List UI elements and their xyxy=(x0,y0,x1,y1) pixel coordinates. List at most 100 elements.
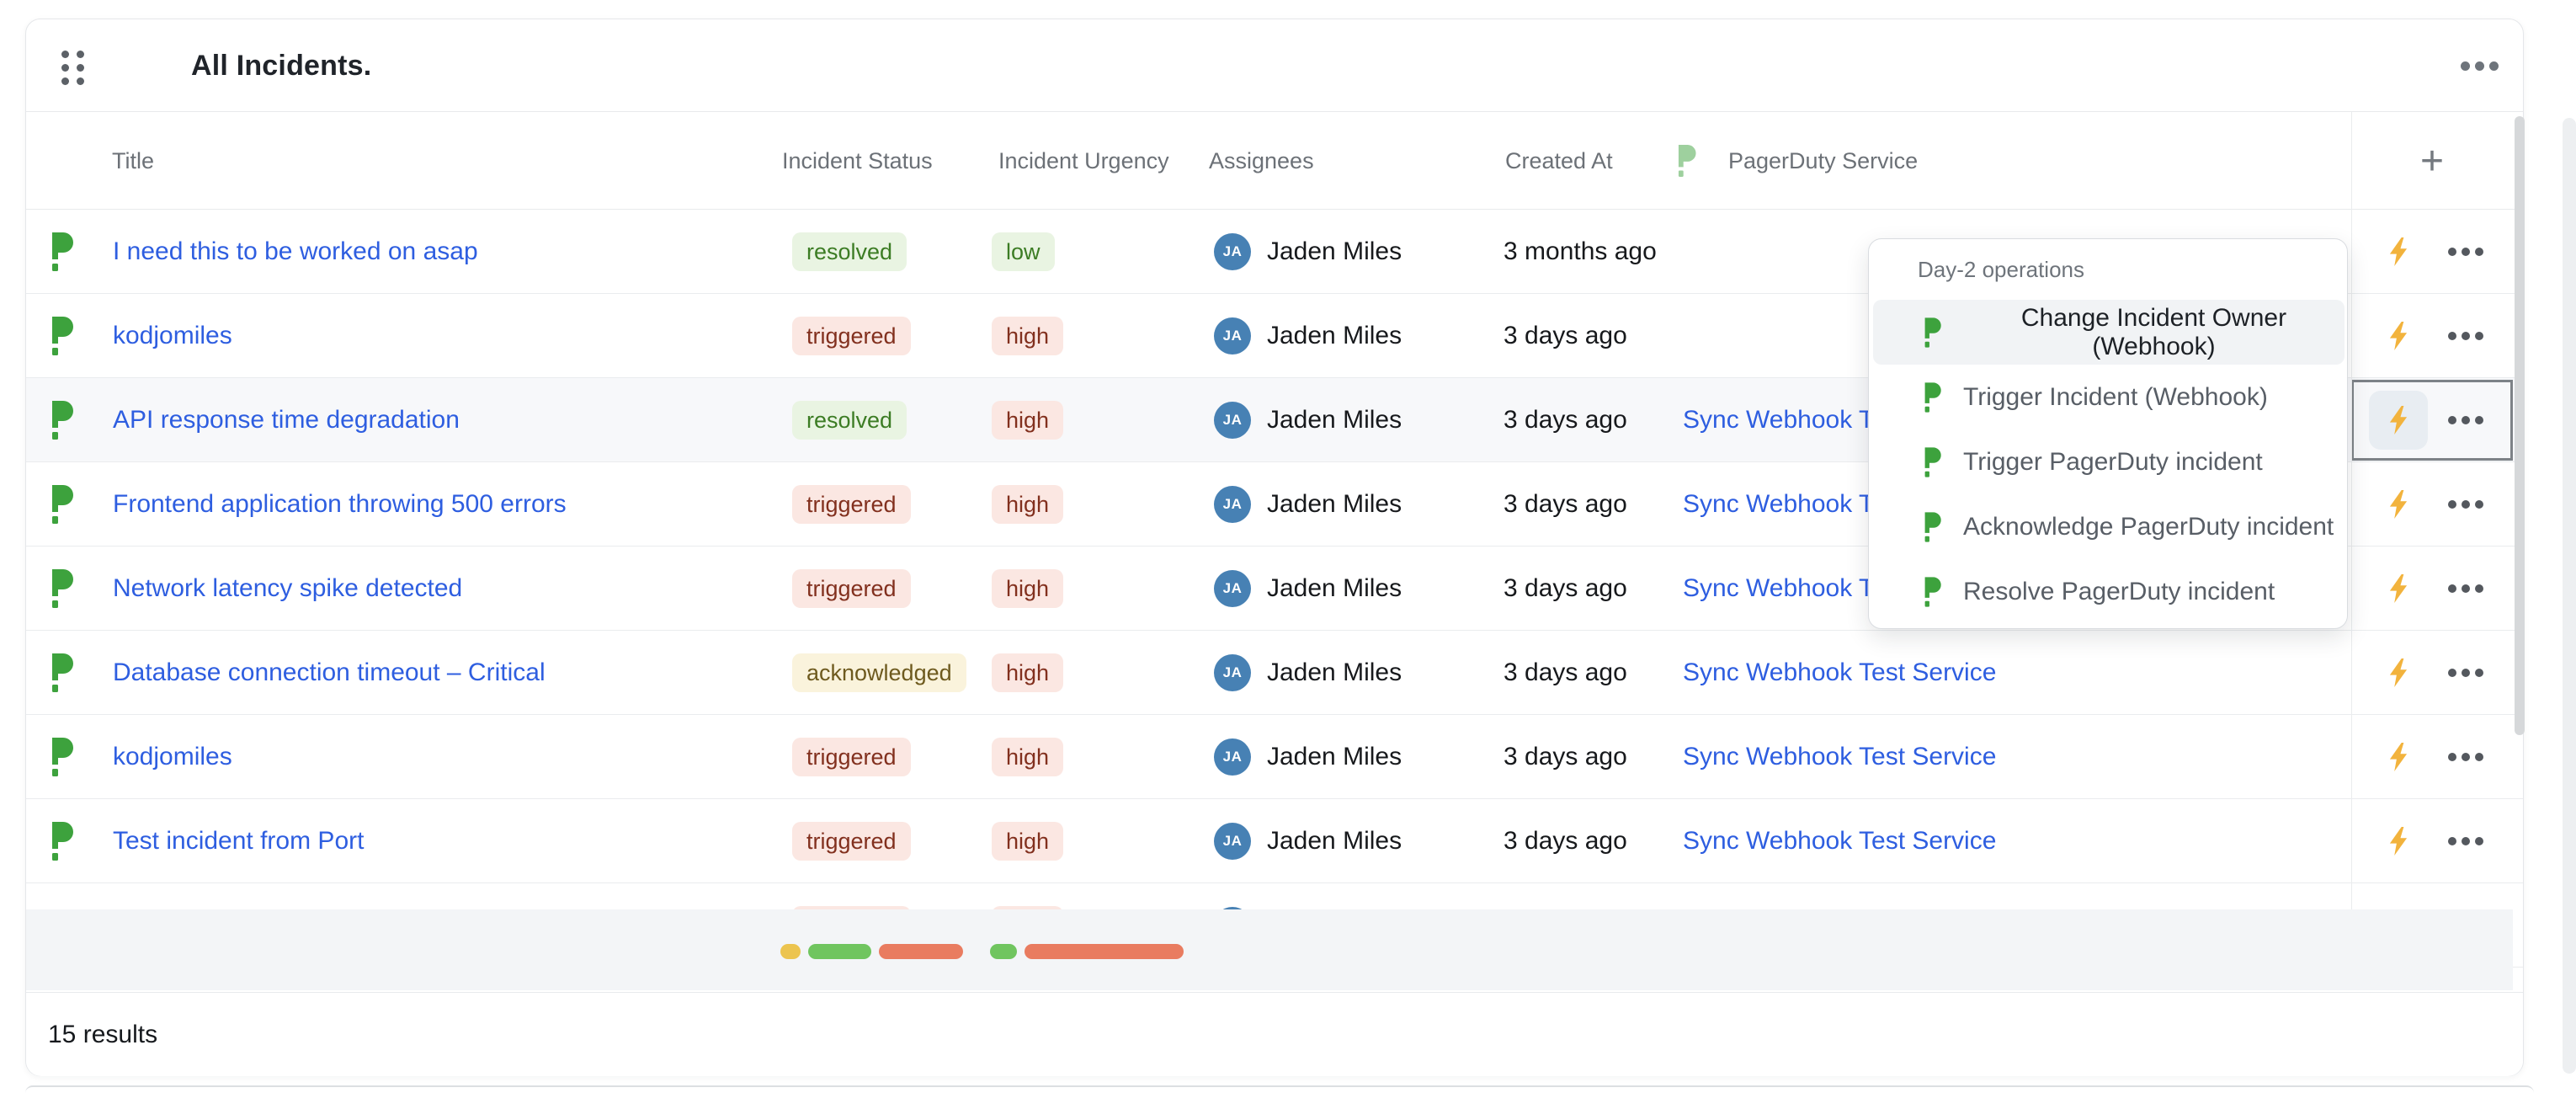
incident-title-link[interactable]: kodjomiles xyxy=(113,322,232,350)
status-cell: triggered xyxy=(792,294,911,378)
assignee-avatar: JA xyxy=(1214,486,1251,523)
column-header-incident-status[interactable]: Incident Status xyxy=(782,112,933,210)
created-at-value: 3 days ago xyxy=(1504,490,1627,519)
row-menu-button[interactable] xyxy=(2440,648,2491,698)
row-menu-button[interactable] xyxy=(2440,311,2491,361)
menu-item-label: Trigger PagerDuty incident xyxy=(1963,448,2263,477)
created-at-cell: 3 days ago xyxy=(1504,294,1627,378)
pagerduty-row-icon xyxy=(47,822,76,861)
assignee-name: Jaden Miles xyxy=(1267,237,1402,266)
urgency-cell: high xyxy=(992,631,1063,715)
run-action-button[interactable] xyxy=(2369,559,2428,618)
row-menu-button[interactable] xyxy=(2440,395,2491,445)
column-header-title[interactable]: Title xyxy=(112,112,154,210)
assignee-avatar: JA xyxy=(1214,317,1251,355)
lightning-bolt-icon xyxy=(2387,237,2409,266)
summary-pill-yellow xyxy=(780,944,801,959)
results-count: 15 results xyxy=(48,1021,157,1049)
assignee-name: Jaden Miles xyxy=(1267,406,1402,435)
assignee-name: Jaden Miles xyxy=(1267,827,1402,856)
menu-item-label: Acknowledge PagerDuty incident xyxy=(1963,513,2334,541)
menu-item-label: Trigger Incident (Webhook) xyxy=(1963,383,2268,412)
title-cell: API response time degradation xyxy=(113,378,460,462)
created-at-value: 3 months ago xyxy=(1504,237,1657,266)
ellipsis-icon xyxy=(2448,332,2456,340)
urgency-cell: high xyxy=(992,715,1063,799)
assignee-cell: Jaden Miles xyxy=(1267,715,1402,799)
widget-menu-button[interactable] xyxy=(2454,40,2504,91)
status-badge: triggered xyxy=(792,822,911,861)
assignee-name: Jaden Miles xyxy=(1267,574,1402,603)
lightning-bolt-icon xyxy=(2387,490,2409,519)
run-action-button[interactable] xyxy=(2369,475,2428,534)
urgency-cell: high xyxy=(992,799,1063,883)
day2-operations-menu: Day-2 operations Change Incident Owner (… xyxy=(1868,238,2348,629)
incident-title-link[interactable]: I need this to be worked on asap xyxy=(113,237,478,266)
actions-column-divider xyxy=(2351,112,2352,909)
created-at-cell: 3 days ago xyxy=(1504,799,1627,883)
column-header-created-at[interactable]: Created At xyxy=(1505,112,1613,210)
pagerduty-row-icon xyxy=(47,317,76,355)
incident-title-link[interactable]: kodjomiles xyxy=(113,743,232,771)
pagerduty-action-icon xyxy=(1921,382,1943,413)
created-at-value: 3 days ago xyxy=(1504,322,1627,350)
row-menu-button[interactable] xyxy=(2440,563,2491,614)
incident-title-link[interactable]: Network latency spike detected xyxy=(113,574,462,603)
run-action-button[interactable] xyxy=(2369,307,2428,365)
created-at-value: 3 days ago xyxy=(1504,574,1627,603)
run-action-button[interactable] xyxy=(2369,812,2428,871)
assignee-avatar: JA xyxy=(1214,654,1251,691)
page-right-strip xyxy=(2563,118,2576,1074)
status-cell: triggered xyxy=(792,715,911,799)
drag-handle-icon[interactable] xyxy=(61,51,84,85)
status-badge: resolved xyxy=(792,401,907,440)
status-cell: resolved xyxy=(792,210,907,294)
row-menu-button[interactable] xyxy=(2440,479,2491,530)
incident-title-link[interactable]: Test incident from Port xyxy=(113,827,364,856)
ellipsis-icon xyxy=(2448,669,2456,677)
table-row[interactable]: Test incident from Port triggered high JA Ja… xyxy=(26,799,2523,883)
table-row[interactable]: Database connection timeout – Criticalac… xyxy=(26,631,2523,715)
pagerduty-service-link[interactable]: Sync Webhook Test Service xyxy=(1683,743,1996,771)
created-at-cell: 3 days ago xyxy=(1504,631,1627,715)
status-badge: triggered xyxy=(792,317,911,355)
incident-title-link[interactable]: Database connection timeout – Critical xyxy=(113,658,546,687)
created-at-value: 3 days ago xyxy=(1504,658,1627,687)
pagerduty-service-link[interactable]: Sync Webhook Test Service xyxy=(1683,658,1996,687)
pagerduty-service-link[interactable]: Sync Webhook Test Service xyxy=(1683,827,1996,856)
assignee-avatar: JA xyxy=(1214,823,1251,860)
urgency-badge: high xyxy=(992,822,1063,861)
run-action-button[interactable] xyxy=(2369,643,2428,702)
assignee-cell: Jaden Miles xyxy=(1267,462,1402,546)
menu-item[interactable]: Trigger PagerDuty incident xyxy=(1873,429,2344,494)
ellipsis-icon xyxy=(2448,248,2456,256)
lightning-bolt-icon xyxy=(2387,322,2409,350)
run-action-button[interactable] xyxy=(2369,728,2428,786)
assignee-cell: Jaden Miles xyxy=(1267,210,1402,294)
menu-item[interactable]: Acknowledge PagerDuty incident xyxy=(1873,494,2344,559)
assignee-cell: Jaden Miles xyxy=(1267,631,1402,715)
summary-pill-green xyxy=(990,944,1017,959)
add-column-button[interactable]: + xyxy=(2407,112,2457,210)
title-cell: I need this to be worked on asap xyxy=(113,210,478,294)
assignee-avatar: JA xyxy=(1214,570,1251,607)
urgency-badge: low xyxy=(992,232,1055,271)
table-scrollbar[interactable] xyxy=(2515,116,2525,735)
column-header-pagerduty-service[interactable]: PagerDuty Service xyxy=(1728,112,1918,210)
created-at-value: 3 days ago xyxy=(1504,406,1627,435)
table-row[interactable]: kodjomilestriggeredhighJAJaden Miles3 da… xyxy=(26,715,2523,799)
incident-title-link[interactable]: Frontend application throwing 500 errors xyxy=(113,490,567,519)
run-action-button[interactable] xyxy=(2369,391,2428,450)
incident-title-link[interactable]: API response time degradation xyxy=(113,406,460,435)
row-menu-button[interactable] xyxy=(2440,732,2491,782)
menu-item[interactable]: Change Incident Owner (Webhook) xyxy=(1873,300,2344,365)
menu-item[interactable]: Resolve PagerDuty incident xyxy=(1873,559,2344,624)
row-menu-button[interactable] xyxy=(2440,816,2491,866)
column-header-incident-urgency[interactable]: Incident Urgency xyxy=(998,112,1169,210)
column-header-assignees[interactable]: Assignees xyxy=(1209,112,1314,210)
menu-section-label: Day-2 operations xyxy=(1918,251,2084,288)
urgency-cell: low xyxy=(992,210,1055,294)
menu-item[interactable]: Trigger Incident (Webhook) xyxy=(1873,365,2344,429)
run-action-button[interactable] xyxy=(2369,222,2428,281)
row-menu-button[interactable] xyxy=(2440,227,2491,277)
